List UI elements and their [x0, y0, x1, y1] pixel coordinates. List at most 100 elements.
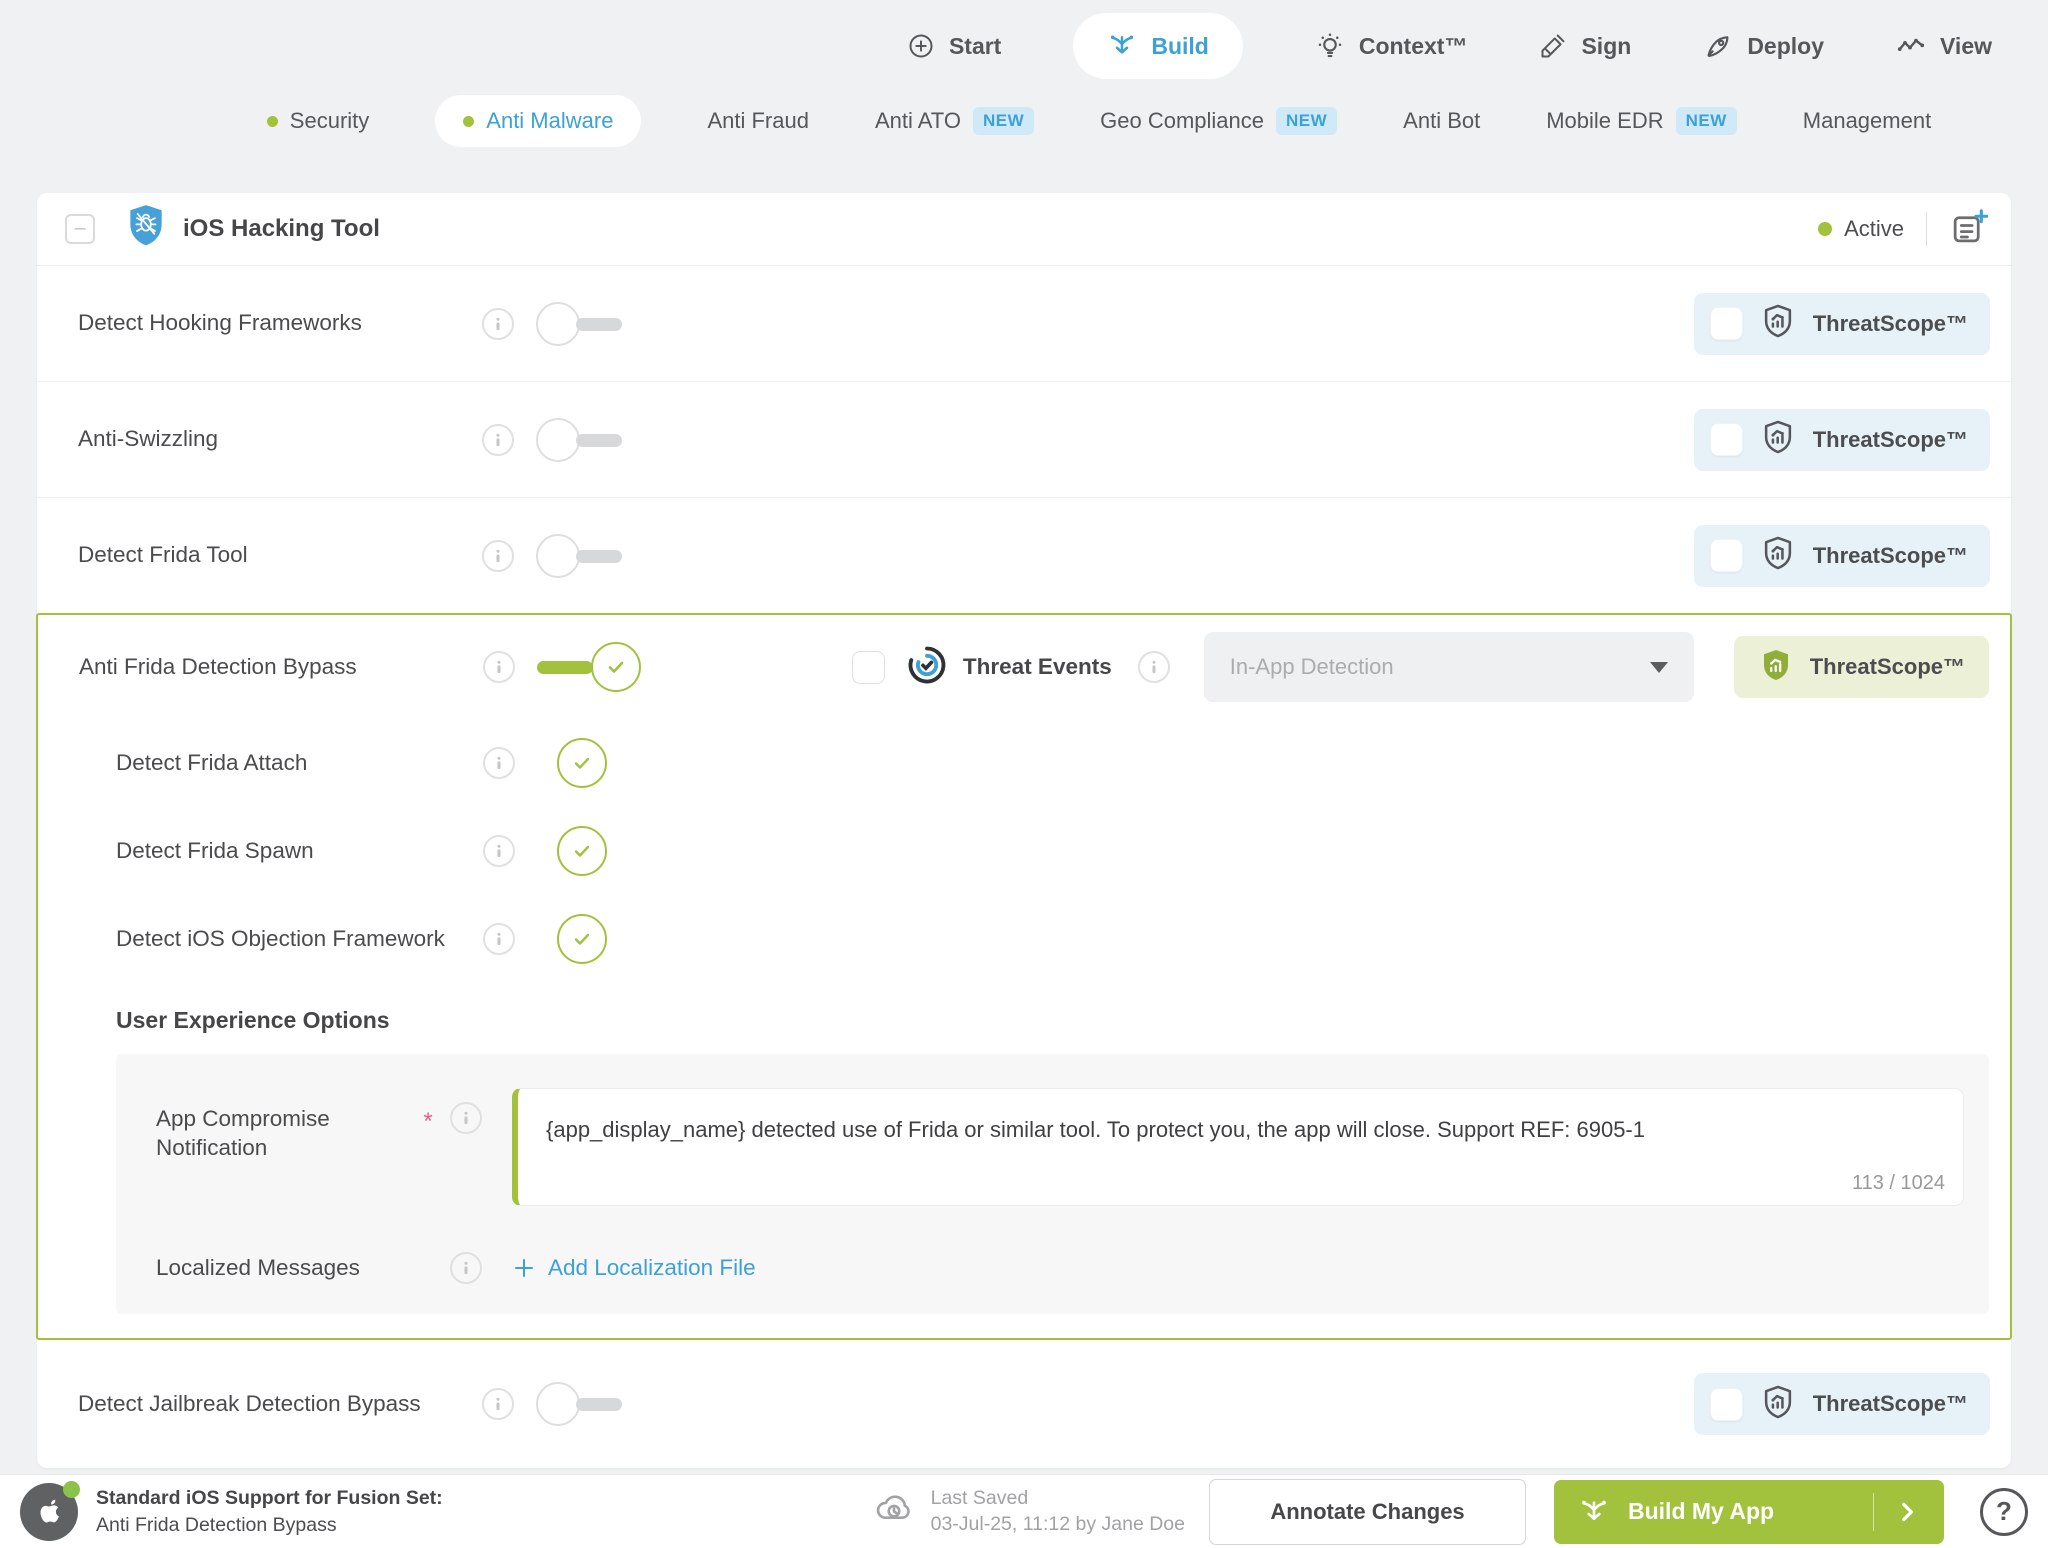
char-counter: 113 / 1024: [1852, 1172, 1945, 1195]
toggle-off[interactable]: [536, 534, 622, 578]
plus-icon: [512, 1256, 536, 1280]
threatscope-checkbox[interactable]: [1710, 1388, 1743, 1421]
info-icon[interactable]: [482, 308, 514, 340]
add-localization-file-link[interactable]: Add Localization File: [512, 1255, 756, 1281]
chevron-right-icon[interactable]: [1894, 1499, 1920, 1525]
subnav-label: Geo Compliance: [1100, 108, 1264, 134]
toggle-on[interactable]: [537, 642, 641, 692]
status-badge: Active: [1818, 216, 1904, 242]
subnav-item-geo-compliance[interactable]: Geo Compliance NEW: [1100, 107, 1337, 135]
build-my-app-button[interactable]: Build My App: [1554, 1480, 1944, 1544]
info-icon[interactable]: [482, 540, 514, 572]
info-icon[interactable]: [483, 747, 515, 779]
threat-events-checkbox[interactable]: [852, 651, 885, 684]
threatscope-enabled-badge[interactable]: ThreatScope™: [1734, 636, 1989, 698]
subfeature-row-detect-frida-attach: Detect Frida Attach: [38, 719, 2010, 807]
subnav-item-security[interactable]: Security: [267, 108, 369, 134]
info-icon[interactable]: [483, 835, 515, 867]
help-button[interactable]: [1980, 1488, 2028, 1536]
nav-item-deploy[interactable]: Deploy: [1703, 31, 1824, 61]
nav-item-start[interactable]: Start: [907, 32, 1001, 60]
subnav-item-anti-bot[interactable]: Anti Bot: [1403, 108, 1480, 134]
feature-row-detect-frida-tool: Detect Frida Tool ThreatScope™: [37, 497, 2011, 613]
add-note-icon[interactable]: [1949, 207, 1989, 252]
feature-row-detect-jailbreak-detection-bypass: Detect Jailbreak Detection Bypass Threat…: [37, 1340, 2011, 1468]
info-icon[interactable]: [1138, 651, 1170, 683]
annotate-changes-label: Annotate Changes: [1270, 1499, 1464, 1525]
feature-row-anti-swizzling: Anti-Swizzling ThreatScope™: [37, 381, 2011, 497]
subfeature-row-detect-ios-objection-framework: Detect iOS Objection Framework: [38, 895, 2010, 983]
feature-row-detect-hooking-frameworks: Detect Hooking Frameworks ThreatScope™: [37, 266, 2011, 381]
footer-bar: Standard iOS Support for Fusion Set: Ant…: [0, 1474, 2048, 1548]
build-icon: [1107, 31, 1137, 61]
threatscope-checkbox[interactable]: [1710, 307, 1743, 340]
pen-icon: [1539, 32, 1567, 60]
feature-label: Anti-Swizzling: [78, 425, 482, 453]
nav-label: Sign: [1581, 33, 1631, 60]
detection-mode-dropdown[interactable]: In-App Detection: [1204, 632, 1694, 702]
nav-item-build[interactable]: Build: [1073, 13, 1243, 79]
toggle-off[interactable]: [536, 1382, 622, 1426]
toggle-off[interactable]: [536, 418, 622, 462]
feature-label: Detect Hooking Frameworks: [78, 309, 482, 337]
collapse-button[interactable]: [65, 214, 95, 244]
subnav-label: Mobile EDR: [1546, 108, 1663, 134]
subnav-label: Anti Malware: [486, 108, 613, 134]
apple-logo-icon: [20, 1483, 78, 1541]
build-icon: [1578, 1496, 1610, 1528]
notification-message-input[interactable]: {app_display_name} detected use of Frida…: [512, 1088, 1964, 1206]
card-title: iOS Hacking Tool: [183, 215, 380, 243]
threatscope-shield-icon: [1759, 302, 1797, 345]
localized-messages-row: Localized Messages Add Localization File: [156, 1252, 1964, 1284]
subnav-item-anti-malware[interactable]: Anti Malware: [435, 95, 641, 147]
subnav-label: Anti Bot: [1403, 108, 1480, 134]
field-label: Localized Messages: [156, 1255, 450, 1281]
info-icon[interactable]: [482, 1388, 514, 1420]
subfeature-label: Detect Frida Spawn: [116, 836, 483, 865]
last-saved-detail: 03-Jul-25, 11:12 by Jane Doe: [931, 1512, 1185, 1537]
threatscope-checkbox[interactable]: [1710, 423, 1743, 456]
nav-label: Deploy: [1747, 33, 1824, 60]
subnav-item-anti-ato[interactable]: Anti ATO NEW: [875, 107, 1034, 135]
threatscope-label: ThreatScope™: [1813, 311, 1968, 337]
threatscope-option[interactable]: ThreatScope™: [1694, 409, 1990, 471]
threatscope-checkbox[interactable]: [1710, 539, 1743, 572]
threatscope-shield-icon: [1759, 534, 1797, 577]
subnav-item-management[interactable]: Management: [1803, 108, 1931, 134]
enabled-check-icon[interactable]: [557, 914, 607, 964]
subnav-item-mobile-edr[interactable]: Mobile EDR NEW: [1546, 107, 1737, 135]
info-icon[interactable]: [482, 424, 514, 456]
info-icon[interactable]: [450, 1102, 482, 1134]
threatscope-option[interactable]: ThreatScope™: [1694, 525, 1990, 587]
threatscope-option[interactable]: ThreatScope™: [1694, 293, 1990, 355]
pulse-chart-icon: [1896, 31, 1926, 61]
threatscope-shield-icon: [1759, 418, 1797, 461]
app-compromise-notification-row: App Compromise Notification * {app_displ…: [156, 1088, 1964, 1206]
nav-label: Context™: [1359, 33, 1468, 60]
threatscope-shield-icon: [1759, 1383, 1797, 1426]
online-status-dot: [63, 1481, 80, 1498]
active-dot: [1818, 222, 1832, 236]
nav-item-context[interactable]: Context™: [1315, 31, 1468, 61]
nav-item-view[interactable]: View: [1896, 31, 1992, 61]
top-nav: Start Build Context™ Sign Deploy View: [0, 0, 2048, 92]
info-icon[interactable]: [450, 1252, 482, 1284]
fusion-set-title: Standard iOS Support for Fusion Set:: [96, 1485, 443, 1511]
caret-down-icon: [1650, 662, 1668, 673]
enabled-check-icon[interactable]: [557, 738, 607, 788]
annotate-changes-button[interactable]: Annotate Changes: [1209, 1479, 1526, 1545]
nav-label: Start: [949, 33, 1001, 60]
subnav-item-anti-fraud[interactable]: Anti Fraud: [707, 108, 809, 134]
info-icon[interactable]: [483, 923, 515, 955]
required-asterisk: *: [406, 1088, 450, 1136]
feature-label: Detect Frida Tool: [78, 541, 482, 569]
threatscope-label: ThreatScope™: [1813, 427, 1968, 453]
enabled-check-icon[interactable]: [557, 826, 607, 876]
toggle-off[interactable]: [536, 302, 622, 346]
status-label: Active: [1844, 216, 1904, 242]
info-icon[interactable]: [483, 651, 515, 683]
feature-row-anti-frida-detection-bypass: Anti Frida Detection Bypass Threat Event…: [38, 615, 2010, 719]
nav-item-sign[interactable]: Sign: [1539, 32, 1631, 60]
threatscope-option[interactable]: ThreatScope™: [1694, 1373, 1990, 1435]
new-badge: NEW: [1676, 107, 1737, 135]
